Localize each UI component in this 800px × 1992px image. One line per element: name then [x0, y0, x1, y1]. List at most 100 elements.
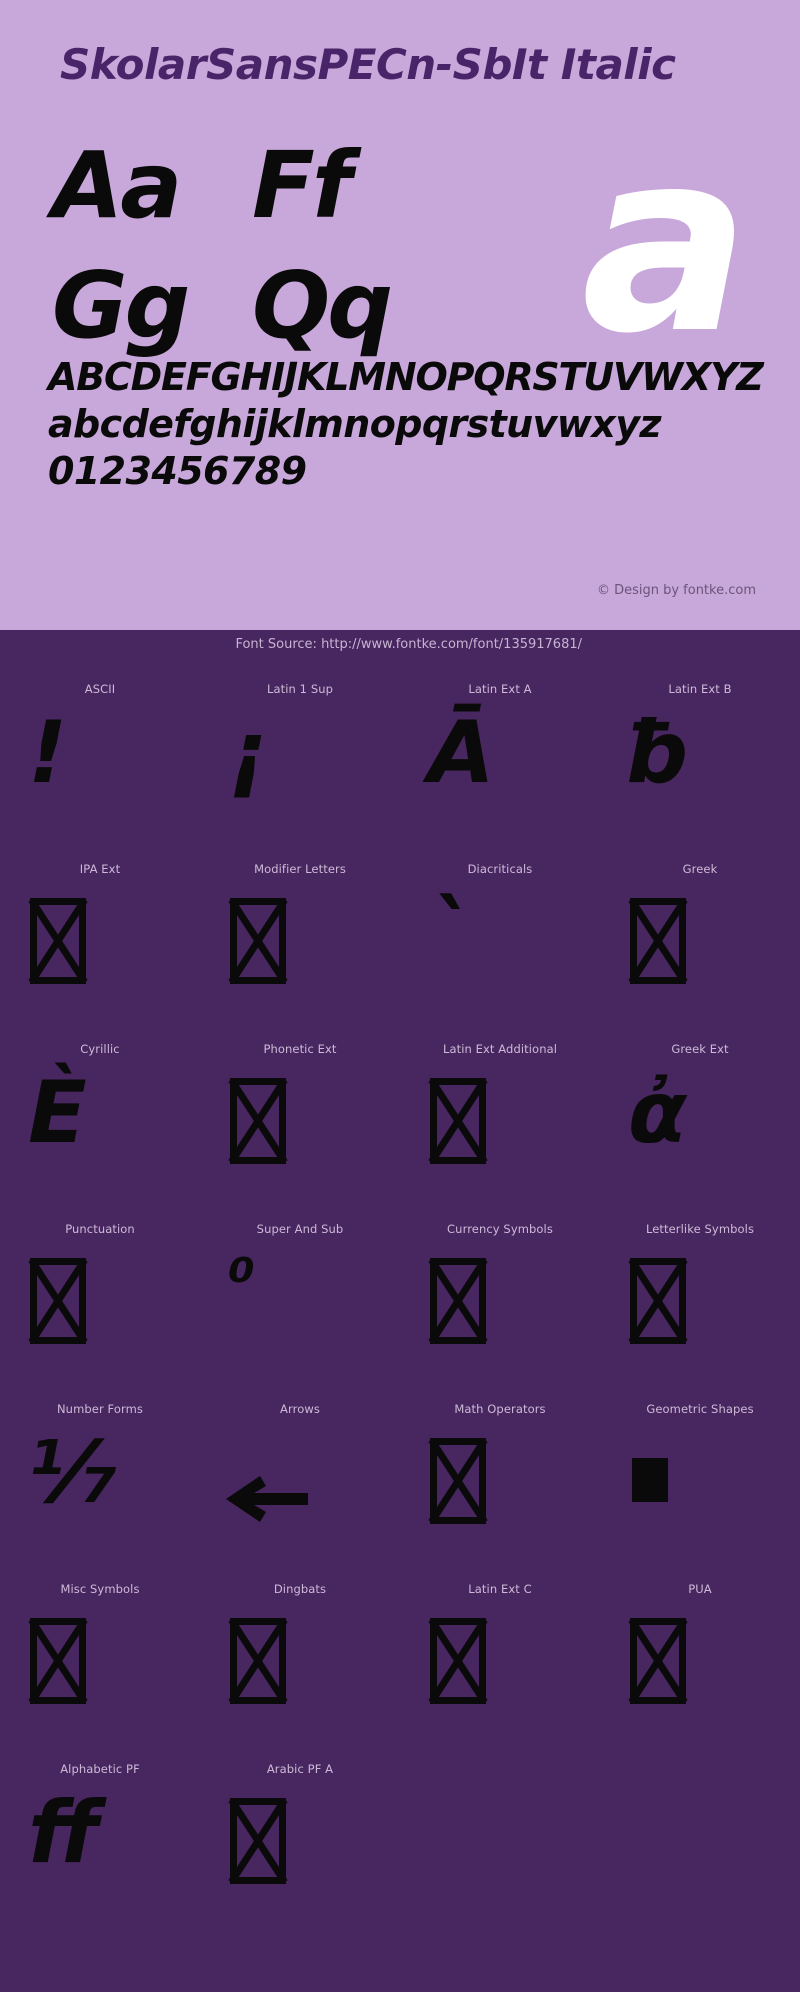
unicode-block-cell[interactable]: Modifier Letters [200, 840, 400, 1020]
unicode-block-sample-glyph: ¡ [228, 703, 268, 803]
unicode-block-cell[interactable]: Latin Ext Additional [400, 1020, 600, 1200]
unicode-block-sample-glyph: ⅐ [28, 1423, 118, 1523]
unicode-block-cell[interactable]: Super And Sub ⁰ [200, 1200, 400, 1380]
digit-row: 0123456789 [48, 449, 307, 493]
sample-pair-Aa: Aa [52, 132, 182, 239]
unicode-block-sample-glyph: ` [428, 883, 471, 983]
unicode-block-cell[interactable]: Punctuation [0, 1200, 200, 1380]
missing-glyph-icon [430, 1078, 486, 1164]
unicode-block-cell[interactable]: Dingbats [200, 1560, 400, 1740]
unicode-block-cell[interactable]: Letterlike Symbols [600, 1200, 800, 1380]
unicode-block-cell[interactable]: Diacriticals ` [400, 840, 600, 1020]
unicode-block-label: Misc Symbols [60, 1582, 140, 1596]
unicode-block-label: Latin 1 Sup [266, 682, 334, 696]
unicode-block-row: Punctuation Super And Sub ⁰ Currency Symbol… [0, 1200, 800, 1380]
unicode-block-cell[interactable]: PUA [600, 1560, 800, 1740]
missing-glyph-icon [630, 1258, 686, 1344]
showcase-glyph: a [581, 97, 750, 388]
missing-glyph-icon [230, 1078, 286, 1164]
unicode-block-row: ASCII! Latin 1 Sup ¡ Latin Ext A Ā Latin Ext … [0, 660, 800, 840]
unicode-block-cell[interactable]: Alphabetic PF ﬀ [0, 1740, 200, 1920]
unicode-block-label: Modifier Letters [254, 862, 346, 876]
unicode-block-label: Latin Ext B [668, 682, 732, 696]
unicode-block-cell[interactable]: Latin 1 Sup ¡ [200, 660, 400, 840]
missing-glyph-icon [230, 1798, 286, 1884]
unicode-block-label: Arabic PF A [266, 1762, 334, 1776]
sample-pair-Ff: Ff [252, 132, 352, 239]
unicode-block-label: PUA [688, 1582, 712, 1596]
unicode-block-cell[interactable]: Currency Symbols [400, 1200, 600, 1380]
unicode-block-label: Alphabetic PF [60, 1762, 140, 1776]
unicode-block-cell[interactable]: Greek [600, 840, 800, 1020]
uppercase-alphabet: ABCDEFGHIJKLMNOPQRSTUVWXYZ [48, 355, 764, 399]
unicode-block-label: Arrows [280, 1402, 320, 1416]
unicode-block-cell[interactable]: ASCII! [0, 660, 200, 840]
unicode-block-label: Cyrillic [80, 1042, 120, 1056]
sample-pair-Qq: Qq [252, 252, 393, 359]
unicode-block-row: IPA Ext Modifier Letters Diacriticals ` Gree… [0, 840, 800, 1020]
unicode-block-sample-glyph: È [28, 1063, 87, 1163]
font-source-link[interactable]: Font Source: http://www.fontke.com/font/… [235, 637, 582, 652]
missing-glyph-icon [430, 1438, 486, 1524]
unicode-block-label: Greek [682, 862, 718, 876]
sample-letter-pairs: Aa Ff Gg Qq [52, 140, 472, 380]
unicode-block-cell[interactable]: Latin Ext B ƀ [600, 660, 800, 840]
unicode-block-label: Geometric Shapes [646, 1402, 754, 1416]
unicode-block-sample-glyph: ƀ [628, 703, 690, 803]
unicode-block-sample-glyph: ⁰ [228, 1244, 256, 1317]
copyright-notice: © Design by fontke.com [596, 583, 756, 598]
unicode-block-label: Math Operators [454, 1402, 546, 1416]
unicode-block-label: Latin Ext Additional [442, 1042, 558, 1056]
unicode-block-label: IPA Ext [79, 862, 121, 876]
unicode-block-label: Number Forms [56, 1402, 143, 1416]
unicode-block-cell[interactable]: Arrows [200, 1380, 400, 1560]
sample-pair-Gg: Gg [52, 252, 190, 359]
unicode-block-sample-glyph: Ā [428, 703, 495, 803]
unicode-block-label: Latin Ext C [468, 1582, 532, 1596]
lowercase-alphabet: abcdefghijklmnopqrstuvwxyz [48, 402, 661, 446]
unicode-block-sample-glyph: ἀ [628, 1063, 688, 1163]
unicode-block-label: Greek Ext [671, 1042, 729, 1056]
unicode-block-label: Currency Symbols [447, 1222, 553, 1236]
specimen-banner: SkolarSansPECn-SbIt Italic Aa Ff Gg Qq a… [0, 0, 800, 630]
unicode-block-sample-glyph: ﬀ [28, 1783, 100, 1883]
unicode-block-cell[interactable]: Arabic PF A [200, 1740, 400, 1920]
unicode-block-cell[interactable]: Latin Ext A Ā [400, 660, 600, 840]
missing-glyph-icon [430, 1258, 486, 1344]
unicode-block-cell[interactable]: Phonetic Ext [200, 1020, 400, 1200]
unicode-block-row: Number Forms ⅐ Arrows Math Operators Geometr… [0, 1380, 800, 1560]
unicode-block-cell[interactable]: Math Operators [400, 1380, 600, 1560]
unicode-block-cell[interactable]: Number Forms ⅐ [0, 1380, 200, 1560]
unicode-block-cell[interactable]: Misc Symbols [0, 1560, 200, 1740]
unicode-block-label: Diacriticals [467, 862, 533, 876]
missing-glyph-icon [630, 1618, 686, 1704]
unicode-block-label: Phonetic Ext [263, 1042, 337, 1056]
unicode-block-label: Super And Sub [256, 1222, 344, 1236]
missing-glyph-icon [30, 1258, 86, 1344]
unicode-block-cell-empty [600, 1740, 800, 1920]
arrow-left-icon [222, 1472, 318, 1526]
unicode-block-cell[interactable]: Latin Ext C [400, 1560, 600, 1740]
unicode-block-cell-empty [400, 1740, 600, 1920]
unicode-block-row: Cyrillic È Phonetic Ext Latin Ext Additiona… [0, 1020, 800, 1200]
unicode-block-cell[interactable]: Greek Ext ἀ [600, 1020, 800, 1200]
character-set-lines: ABCDEFGHIJKLMNOPQRSTUVWXYZ abcdefghijklm… [48, 355, 764, 493]
unicode-block-cell[interactable]: Cyrillic È [0, 1020, 200, 1200]
unicode-block-row: Alphabetic PF ﬀ Arabic PF A [0, 1740, 800, 1920]
page-title: SkolarSansPECn-SbIt Italic [60, 40, 676, 89]
unicode-block-label: Latin Ext A [468, 682, 532, 696]
unicode-block-cell[interactable]: Geometric Shapes [600, 1380, 800, 1560]
unicode-block-cell[interactable]: IPA Ext [0, 840, 200, 1020]
font-source-bar: Font Source: http://www.fontke.com/font/… [0, 630, 800, 658]
unicode-block-label: Punctuation [65, 1222, 135, 1236]
unicode-block-grid: ASCII! Latin 1 Sup ¡ Latin Ext A Ā Latin Ext … [0, 660, 800, 1920]
missing-glyph-icon [230, 1618, 286, 1704]
missing-glyph-icon [630, 898, 686, 984]
unicode-block-label: Letterlike Symbols [645, 1222, 755, 1236]
unicode-block-label: ASCII [84, 682, 116, 696]
missing-glyph-icon [30, 898, 86, 984]
font-specimen-page: SkolarSansPECn-SbIt Italic Aa Ff Gg Qq a… [0, 0, 800, 1992]
unicode-block-row: Misc Symbols Dingbats Latin Ext C PUA [0, 1560, 800, 1740]
missing-glyph-icon [230, 898, 286, 984]
missing-glyph-icon [430, 1618, 486, 1704]
